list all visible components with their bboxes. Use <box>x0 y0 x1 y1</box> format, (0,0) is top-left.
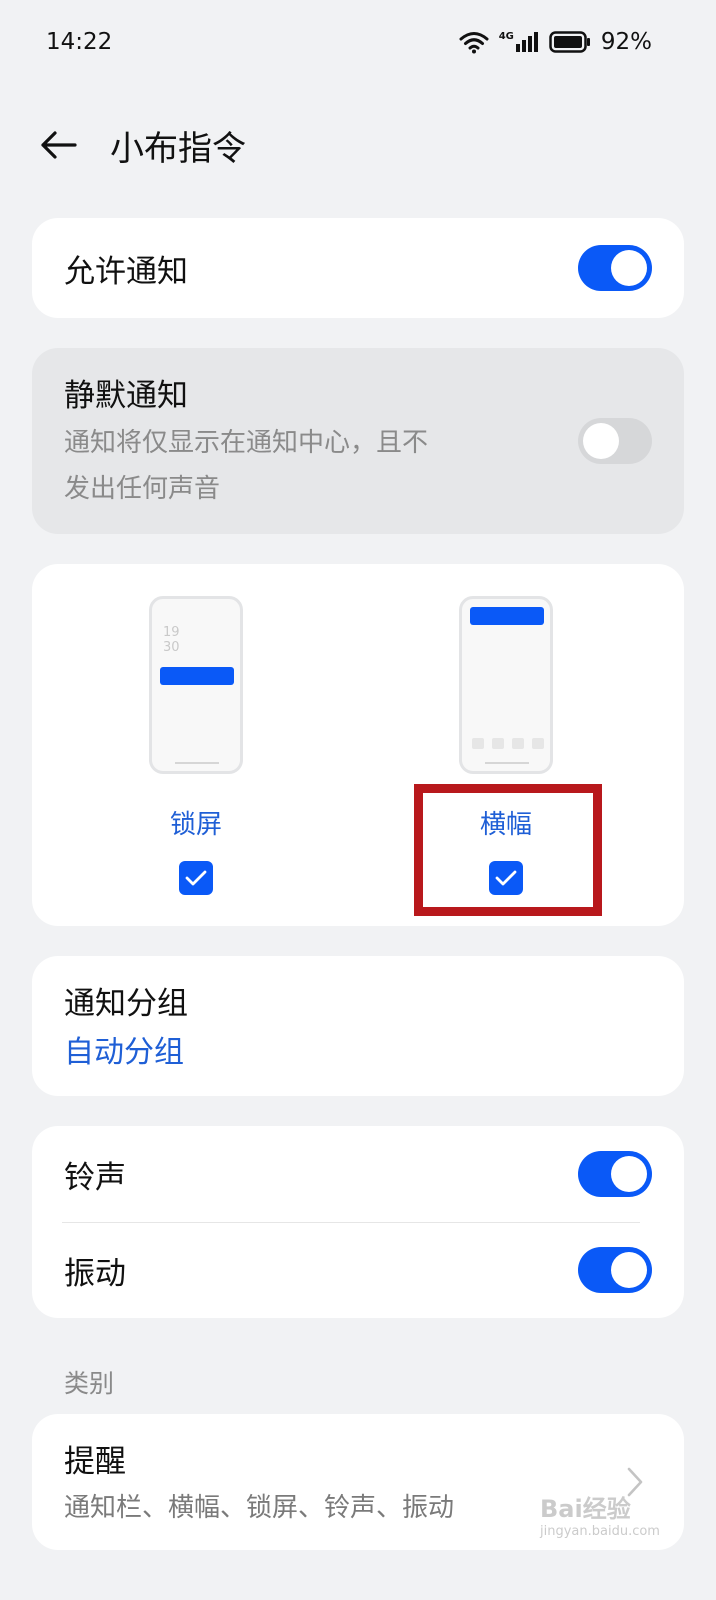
allow-notifications-card: 允许通知 <box>32 218 684 318</box>
ringtone-label: 铃声 <box>64 1159 126 1196</box>
category-section-label: 类别 <box>64 1369 115 1398</box>
watermark-logo-text: Bai经验 <box>540 1495 631 1523</box>
watermark: Bai经验 jingyan.baidu.com <box>540 1482 670 1546</box>
notification-grouping-label: 通知分组 <box>64 986 188 1022</box>
check-icon <box>185 870 207 886</box>
status-time: 14:22 <box>46 29 113 55</box>
status-icons: 4G 92% <box>459 29 652 55</box>
lock-screen-label: 锁屏 <box>169 810 222 840</box>
app-dock <box>472 738 544 749</box>
wifi-icon <box>459 30 489 54</box>
allow-notifications-toggle[interactable] <box>578 245 652 291</box>
vibration-toggle[interactable] <box>578 1247 652 1293</box>
battery-icon <box>549 31 591 53</box>
lock-screen-preview: 19 30 <box>149 596 243 774</box>
silent-notifications-label: 静默通知 <box>64 378 188 414</box>
allow-notifications-label: 允许通知 <box>64 253 188 290</box>
lock-screen-option[interactable]: 19 30 锁屏 <box>96 564 296 924</box>
divider <box>62 1222 640 1223</box>
home-indicator <box>175 762 219 764</box>
lock-screen-notification-bar <box>160 667 234 685</box>
network-type: 4G <box>498 31 514 42</box>
watermark-url: jingyan.baidu.com <box>540 1524 660 1539</box>
cellular-signal-icon: 4G <box>499 31 539 53</box>
notification-grouping-value: 自动分组 <box>64 1035 184 1070</box>
home-indicator <box>485 762 529 764</box>
silent-notifications-desc-2: 发出任何声音 <box>64 474 221 504</box>
sound-vibration-card: 铃声 振动 <box>32 1126 684 1318</box>
reminder-label: 提醒 <box>64 1444 126 1480</box>
vibration-label: 振动 <box>64 1255 126 1292</box>
highlight-box <box>414 784 602 916</box>
page-title: 小布指令 <box>110 128 246 169</box>
lock-screen-checkbox[interactable] <box>179 861 213 895</box>
back-arrow-icon[interactable] <box>36 123 80 167</box>
status-bar: 14:22 4G 92% <box>0 0 716 84</box>
lock-screen-clock: 19 30 <box>163 625 180 655</box>
battery-percent: 92% <box>600 29 652 55</box>
banner-preview <box>459 596 553 774</box>
notification-grouping-card[interactable]: 通知分组 自动分组 <box>32 956 684 1096</box>
banner-notification-bar <box>470 607 544 625</box>
silent-notifications-card: 静默通知 通知将仅显示在通知中心，且不 发出任何声音 <box>32 348 684 534</box>
silent-notifications-toggle[interactable] <box>578 418 652 464</box>
ringtone-toggle[interactable] <box>578 1151 652 1197</box>
reminder-desc: 通知栏、横幅、锁屏、铃声、振动 <box>64 1493 455 1523</box>
app-header: 小布指令 <box>0 100 716 190</box>
silent-notifications-desc-1: 通知将仅显示在通知中心，且不 <box>64 428 429 458</box>
